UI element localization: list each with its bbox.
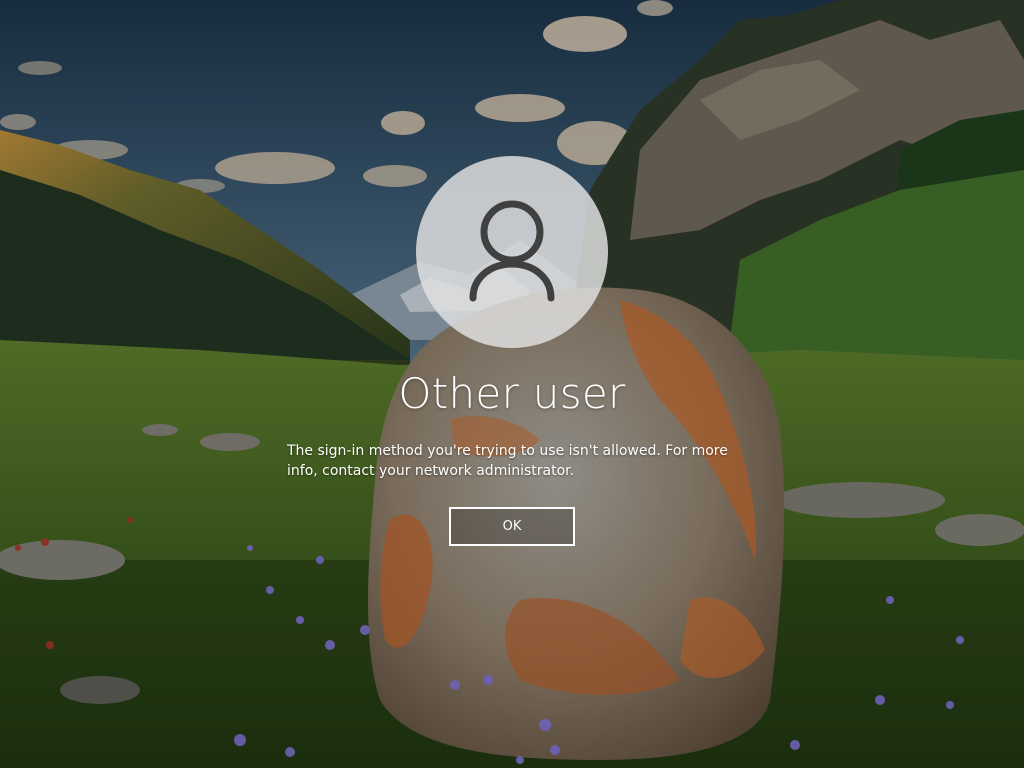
lock-screen: Other user The sign-in method you're try… [0, 0, 1024, 768]
user-silhouette-icon [469, 200, 555, 302]
sign-in-error-message: The sign-in method you're trying to use … [287, 443, 728, 479]
user-avatar [416, 156, 608, 348]
sign-in-panel: Other user The sign-in method you're try… [0, 0, 1024, 768]
ok-button[interactable]: OK [449, 507, 575, 546]
account-name: Other user [398, 369, 626, 418]
